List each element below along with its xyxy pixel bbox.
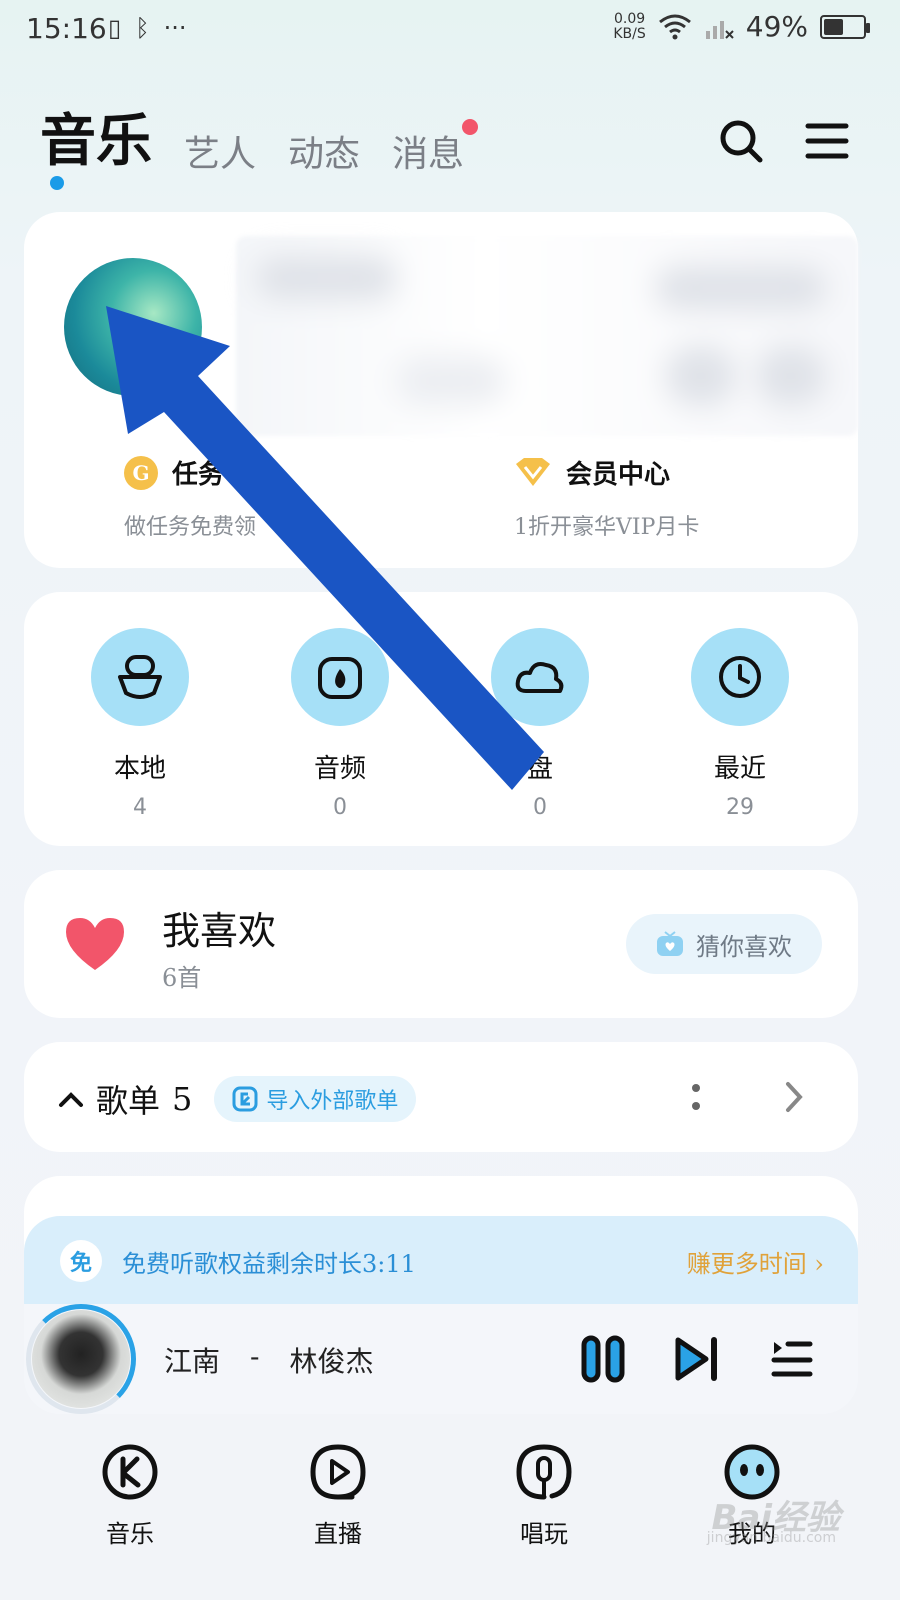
earn-more-time-link[interactable]: 赚更多时间 ›: [687, 1244, 824, 1279]
active-tab-indicator: [50, 176, 64, 190]
cloud-icon: [515, 662, 564, 693]
tab-artists[interactable]: 艺人: [184, 125, 256, 177]
free-listening-banner[interactable]: 免 免费听歌权益剩余时长3:11 赚更多时间 ›: [24, 1216, 858, 1306]
mic-icon: [516, 1444, 572, 1500]
tab-messages[interactable]: 消息: [392, 119, 479, 177]
favorites-title: 我喜欢: [162, 909, 277, 953]
battery-icon: [820, 14, 870, 39]
free-listening-text: 免费听歌权益剩余时长3:11: [122, 1250, 416, 1278]
playlists-title: 歌单: [96, 1082, 161, 1120]
signal-icon: [705, 20, 734, 39]
guess-you-like-button[interactable]: 猜你喜欢: [626, 914, 822, 974]
bluetooth-icon: ᛒ: [135, 14, 150, 42]
tab-music[interactable]: 音乐: [40, 96, 152, 177]
k-music-icon: [102, 1444, 158, 1500]
song-title: 江南: [164, 1345, 221, 1378]
live-icon: [310, 1444, 366, 1500]
shortcut-cloud[interactable]: 盘 0: [480, 628, 600, 820]
clock-icon: [719, 656, 761, 698]
vip-center-service[interactable]: 会员中心 1折开豪华VIP月卡: [514, 454, 699, 541]
import-playlist-button[interactable]: 导入外部歌单: [214, 1076, 417, 1122]
shortcuts-card: 本地 4 音频 0 盘 0 最近 29: [24, 592, 858, 846]
top-tabs: 音乐 艺人 动态 消息: [40, 96, 479, 177]
radio-icon: [657, 931, 683, 956]
more-vertical-icon[interactable]: [686, 1080, 706, 1114]
mini-player[interactable]: 江南 - 林俊杰: [24, 1304, 858, 1414]
wifi-icon: [658, 14, 691, 39]
shortcut-audio[interactable]: 音频 0: [280, 628, 400, 820]
message-badge-dot: [462, 119, 479, 135]
audio-icon: [318, 657, 362, 699]
import-icon: [232, 1086, 258, 1112]
tab-feed[interactable]: 动态: [288, 125, 360, 177]
nav-music[interactable]: 音乐: [70, 1442, 190, 1549]
task-service[interactable]: G 任务 做任务免费领: [124, 454, 256, 541]
album-cover[interactable]: [32, 1310, 130, 1408]
gold-coin-icon: G: [124, 455, 158, 490]
now-playing: 江南 - 林俊杰: [164, 1340, 374, 1378]
favorites-count: 6首: [162, 964, 202, 992]
free-badge: 免: [60, 1240, 102, 1282]
chevron-up-icon[interactable]: [58, 1089, 84, 1109]
avatar[interactable]: [64, 258, 202, 396]
battery-percent: 49%: [745, 10, 808, 43]
more-dots-icon: ···: [163, 14, 187, 42]
status-bar: 15:16 ▯ ᛒ ··· 0.09 KB/S 49%: [0, 0, 900, 62]
search-icon[interactable]: [716, 116, 766, 166]
favorites-card[interactable]: 我喜欢 6首 猜你喜欢: [24, 870, 858, 1018]
heart-icon: [66, 918, 124, 970]
chevron-right-icon: ›: [814, 1250, 824, 1278]
pause-icon[interactable]: [578, 1334, 628, 1384]
profile-card: G 任务 做任务免费领 会员中心 1折开豪华VIP月卡: [24, 212, 858, 568]
status-time: 15:16: [26, 12, 107, 45]
vip-diamond-icon: [516, 457, 550, 486]
shortcut-local[interactable]: 本地 4: [80, 628, 200, 820]
playlist-queue-icon[interactable]: [766, 1334, 816, 1384]
playlists-count: 5: [172, 1080, 193, 1118]
chevron-right-icon[interactable]: [782, 1080, 806, 1114]
watermark-url: jingyan.baidu.com: [706, 1530, 836, 1546]
local-icon: [118, 655, 162, 699]
next-track-icon[interactable]: [672, 1334, 722, 1384]
nav-live[interactable]: 直播: [278, 1442, 398, 1549]
blurred-profile-info: [236, 236, 858, 436]
menu-icon[interactable]: [802, 116, 852, 166]
playlists-card: 歌单 5 导入外部歌单: [24, 1042, 858, 1152]
shortcut-recent[interactable]: 最近 29: [680, 628, 800, 820]
song-artist: 林俊杰: [289, 1345, 374, 1378]
nav-sing[interactable]: 唱玩: [484, 1442, 604, 1549]
vibrate-icon: ▯: [108, 14, 122, 42]
net-speed: 0.09 KB/S: [613, 10, 646, 42]
